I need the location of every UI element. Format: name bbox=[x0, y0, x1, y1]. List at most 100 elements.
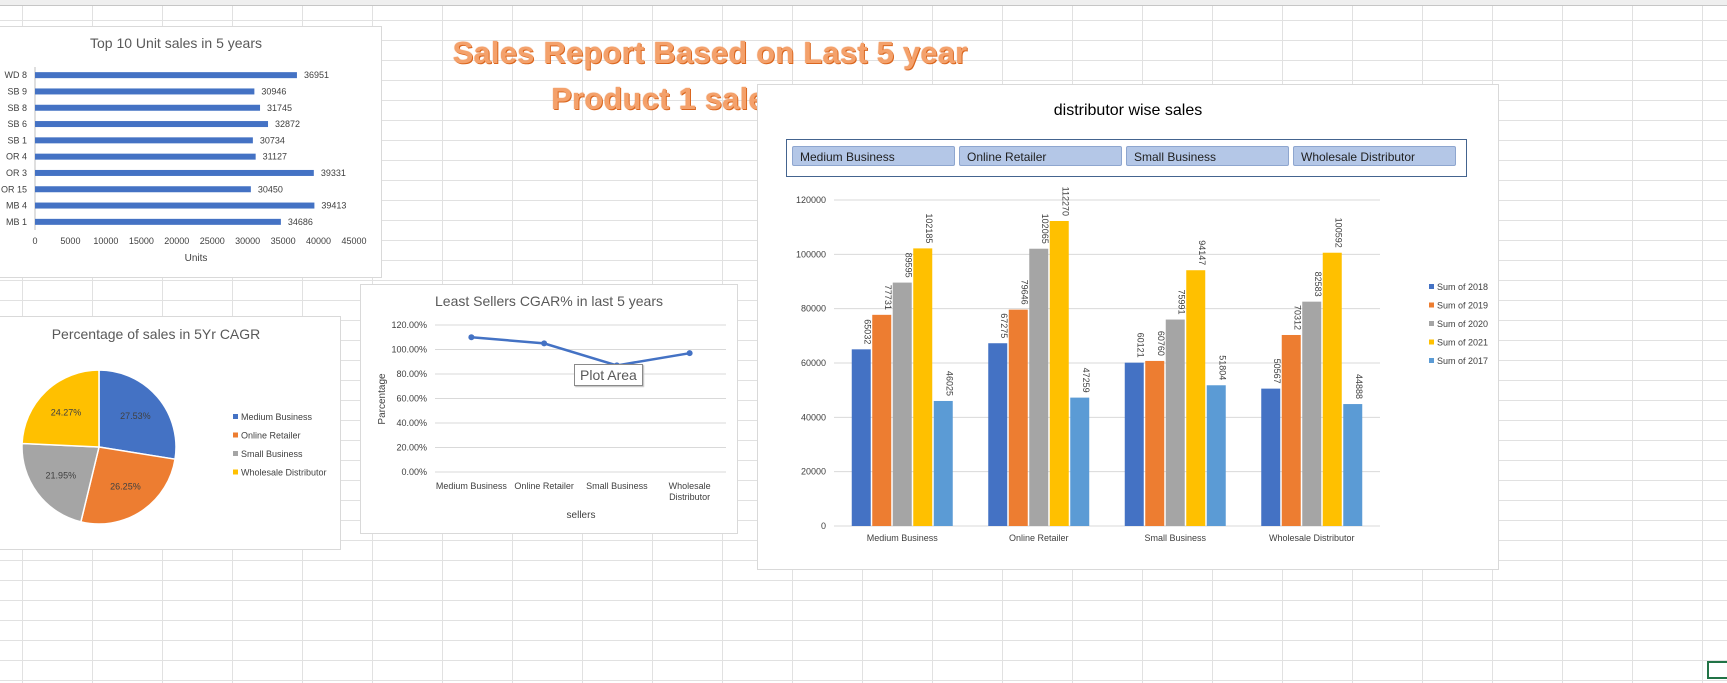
x-tick-label: 20000 bbox=[164, 236, 189, 246]
legend-swatch bbox=[1429, 321, 1434, 326]
data-point bbox=[541, 340, 548, 347]
y-tick-label: 80000 bbox=[801, 304, 826, 314]
x-tick-label: 40000 bbox=[306, 236, 331, 246]
category-label: MB 4 bbox=[6, 201, 27, 211]
x-tick-label: Wholesale Distributor bbox=[1269, 533, 1355, 543]
x-tick-label: 15000 bbox=[129, 236, 154, 246]
data-label: 47259 bbox=[1081, 368, 1091, 393]
column-bar bbox=[988, 343, 1008, 526]
column-bar bbox=[1008, 309, 1028, 526]
y-tick-label: 20.00% bbox=[396, 443, 427, 453]
data-label: 44888 bbox=[1354, 374, 1364, 399]
y-tick-label: 100000 bbox=[796, 249, 826, 259]
column-bar bbox=[933, 400, 953, 526]
cagr-pie-chart[interactable]: Percentage of sales in 5Yr CAGR 27.53% 26.… bbox=[0, 316, 341, 550]
x-tick-label: Small Business bbox=[586, 481, 648, 491]
x-tick-label: Online Retailer bbox=[1009, 533, 1069, 543]
legend-swatch bbox=[233, 469, 238, 475]
bar bbox=[35, 153, 256, 160]
legend-swatch bbox=[1429, 302, 1434, 308]
bar bbox=[35, 104, 261, 111]
data-label: 32872 bbox=[275, 119, 300, 129]
top10-chart[interactable]: Top 10 Unit sales in 5 years WD 8 36951 SB … bbox=[0, 26, 382, 278]
category-label: SB 1 bbox=[7, 135, 27, 145]
legend-label: Online Retailer bbox=[241, 431, 301, 441]
column-bar bbox=[892, 282, 912, 526]
data-label: 79646 bbox=[1019, 280, 1029, 305]
bar bbox=[35, 202, 315, 209]
data-label: 50567 bbox=[1272, 359, 1282, 384]
data-label: 77731 bbox=[883, 285, 893, 310]
x-tick-label: 5000 bbox=[60, 236, 80, 246]
x-tick-label: Online Retailer bbox=[514, 481, 574, 491]
x-tick-label: 10000 bbox=[93, 236, 118, 246]
y-tick-label: 80.00% bbox=[396, 369, 427, 379]
legend-swatch bbox=[1429, 358, 1434, 363]
data-label: 39413 bbox=[321, 201, 346, 211]
y-tick-label: 60.00% bbox=[396, 394, 427, 404]
data-label: 39331 bbox=[321, 168, 346, 178]
y-tick-label: 100.00% bbox=[391, 345, 427, 355]
chart-title: Top 10 Unit sales in 5 years bbox=[90, 35, 262, 51]
distributor-chart[interactable]: Medium Business Online Retailer Small Bu… bbox=[757, 84, 1499, 570]
plot-area-tooltip: Plot Area bbox=[574, 364, 643, 386]
data-label: 65032 bbox=[862, 319, 872, 344]
x-tick-label: 30000 bbox=[235, 236, 260, 246]
least-sellers-svg: Least Sellers CGAR% in last 5 years 0.00%… bbox=[377, 293, 726, 521]
category-label: OR 15 bbox=[1, 184, 27, 194]
data-label: 75991 bbox=[1176, 290, 1186, 315]
x-axis-title: Units bbox=[185, 253, 208, 264]
category-label: SB 6 bbox=[7, 119, 27, 129]
column-bar bbox=[1186, 270, 1206, 526]
bar bbox=[35, 169, 314, 176]
bar bbox=[35, 121, 269, 128]
column-bar bbox=[1070, 397, 1090, 526]
x-tick-label: 25000 bbox=[200, 236, 225, 246]
column-bar bbox=[1049, 220, 1069, 527]
bar bbox=[35, 218, 281, 225]
data-label: 60121 bbox=[1135, 333, 1145, 358]
least-sellers-chart[interactable]: Least Sellers CGAR% in last 5 years 0.00%… bbox=[360, 284, 738, 534]
data-label: 102065 bbox=[1040, 214, 1050, 244]
data-label: 70312 bbox=[1292, 305, 1302, 330]
slice-label: 27.53% bbox=[120, 411, 151, 421]
category-label: OR 4 bbox=[6, 152, 27, 162]
legend-swatch bbox=[233, 451, 238, 456]
y-tick-label: 0 bbox=[821, 521, 826, 531]
bar bbox=[35, 186, 251, 193]
x-tick-label: Medium Business bbox=[867, 533, 939, 543]
y-tick-label: 40000 bbox=[801, 412, 826, 422]
data-label: 112270 bbox=[1060, 187, 1070, 216]
bar bbox=[35, 72, 297, 79]
chart-title: Least Sellers CGAR% in last 5 years bbox=[435, 293, 663, 309]
column-bar bbox=[1145, 360, 1165, 526]
data-label: 30450 bbox=[258, 184, 283, 194]
data-label: 67275 bbox=[999, 313, 1009, 338]
y-tick-label: 0.00% bbox=[401, 467, 427, 477]
column-bar bbox=[1302, 301, 1322, 526]
bar bbox=[35, 137, 253, 144]
x-tick-label: Medium Business bbox=[436, 481, 508, 491]
active-cell-cursor[interactable] bbox=[1707, 661, 1727, 679]
data-label: 36951 bbox=[304, 70, 329, 80]
category-label: SB 8 bbox=[7, 103, 27, 113]
chart-title: distributor wise sales bbox=[1054, 102, 1203, 119]
category-label: SB 9 bbox=[7, 86, 27, 96]
data-label: 94147 bbox=[1197, 240, 1207, 265]
bar bbox=[35, 88, 255, 95]
legend-swatch bbox=[233, 432, 238, 438]
top10-chart-svg: Top 10 Unit sales in 5 years WD 8 36951 SB … bbox=[1, 35, 367, 264]
distributor-svg: distributor wise sales 0 20000 40000 60000 80… bbox=[796, 102, 1488, 543]
x-axis-title: sellers bbox=[567, 510, 596, 521]
column-bar bbox=[872, 314, 892, 526]
column-bar bbox=[913, 248, 933, 527]
x-tick-label: Wholesale Distributor bbox=[669, 481, 711, 502]
column-bar bbox=[1261, 388, 1281, 526]
data-label: 30946 bbox=[261, 86, 286, 96]
column-bar bbox=[1343, 404, 1363, 526]
y-tick-label: 60000 bbox=[801, 358, 826, 368]
slice-label: 26.25% bbox=[110, 482, 141, 492]
legend-label: Sum of 2019 bbox=[1437, 301, 1488, 311]
legend-label: Sum of 2020 bbox=[1437, 319, 1488, 329]
category-label: MB 1 bbox=[6, 217, 27, 227]
